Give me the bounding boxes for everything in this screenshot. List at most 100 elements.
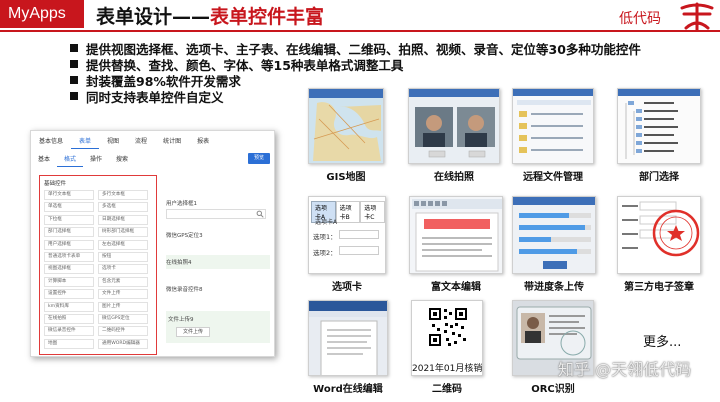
control-palette-item[interactable]: 二维码控件 bbox=[98, 326, 148, 337]
department-select-thumbnail bbox=[617, 88, 701, 164]
dept-tree-image bbox=[618, 89, 700, 163]
rich-text-image bbox=[410, 197, 502, 273]
form-designer-screenshot: 基本信息 表单 视图 流程 统计图 报表 基本 格式 操作 搜索 预览 基础控件… bbox=[30, 130, 275, 357]
controls-panel: 基础控件 单行文本框 多行文本框 单选框 多选框 下拉框 日期选择框 部门选择框 树形部门选择… bbox=[39, 175, 157, 355]
page-title-red: 表单控件丰富 bbox=[210, 6, 325, 28]
watermark-text: 知乎 @天翎低代码 bbox=[558, 360, 692, 379]
control-palette-item[interactable]: 多行文本框 bbox=[98, 190, 148, 200]
field-label-user-select: 用户选择框1 bbox=[166, 201, 197, 207]
qrcode-caption: 2021年01月核销单 bbox=[412, 364, 483, 374]
control-palette-item[interactable]: 多选框 bbox=[98, 202, 148, 213]
thumb-label: GIS地图 bbox=[326, 172, 366, 183]
company-logo-icon bbox=[677, 1, 717, 33]
control-palette-item[interactable]: km资料库 bbox=[44, 301, 94, 312]
word-editor-image bbox=[309, 301, 387, 375]
photo-image bbox=[409, 89, 499, 163]
tab-basic-info[interactable]: 基本信息 bbox=[31, 135, 71, 149]
header-rule bbox=[0, 30, 720, 32]
control-palette-item[interactable]: 图片上传 bbox=[98, 301, 148, 312]
search-icon[interactable] bbox=[256, 210, 264, 218]
bullet-square-icon bbox=[70, 60, 78, 68]
file-manager-image bbox=[513, 89, 593, 163]
subtab-format[interactable]: 格式 bbox=[57, 153, 84, 167]
tab-stat-chart[interactable]: 统计图 bbox=[155, 135, 189, 149]
thumb-label: 富文本编辑 bbox=[431, 282, 481, 293]
control-palette-item[interactable]: 普通选项卡表单 bbox=[44, 252, 94, 262]
thumb-label: 第三方电子签章 bbox=[624, 282, 694, 293]
word-editor-thumbnail bbox=[308, 300, 388, 376]
thumb-label: Word在线编辑 bbox=[313, 384, 383, 395]
map-image bbox=[309, 89, 383, 163]
tab-flow[interactable]: 流程 bbox=[127, 135, 155, 149]
subtab-action[interactable]: 操作 bbox=[83, 153, 109, 167]
control-palette-item[interactable]: 视图选择框 bbox=[44, 264, 94, 275]
controls-header: 基础控件 bbox=[44, 181, 67, 187]
brand-badge: MyApps bbox=[0, 0, 84, 28]
subtab-search[interactable]: 搜索 bbox=[109, 153, 135, 167]
field-label-audio: 微信录音控件8 bbox=[166, 287, 203, 293]
bullet-square-icon bbox=[70, 76, 78, 84]
designer-sub-tabs: 基本 格式 操作 搜索 bbox=[31, 153, 135, 167]
control-palette-item[interactable]: 微信录音控件 bbox=[44, 326, 94, 337]
bullet-square-icon bbox=[70, 92, 78, 100]
control-palette-item[interactable]: 在线拍照 bbox=[44, 314, 94, 324]
bullet-square-icon bbox=[70, 44, 78, 52]
qrcode-thumbnail: 2021年01月核销单 bbox=[411, 300, 483, 376]
designer-top-tabs: 基本信息 表单 视图 流程 统计图 报表 bbox=[31, 135, 217, 149]
control-palette-item[interactable]: 左右选择框 bbox=[98, 239, 148, 250]
thumb-label: 带进度条上传 bbox=[524, 282, 584, 293]
field-label-file: 文件上传9 bbox=[168, 317, 194, 323]
thumb-label: 远程文件管理 bbox=[523, 172, 583, 183]
tab-view[interactable]: 视图 bbox=[99, 135, 127, 149]
thumb-tab: 选项卡C bbox=[360, 201, 385, 223]
more-label: 更多... bbox=[643, 335, 682, 350]
page-title: 表单设计——表单控件丰富 bbox=[96, 2, 324, 29]
preview-button[interactable]: 预览 bbox=[248, 153, 270, 164]
control-palette-item[interactable]: 包含元素 bbox=[98, 276, 148, 287]
thumb-label: ORC识别 bbox=[531, 384, 575, 395]
thumb-option-input bbox=[339, 246, 379, 255]
control-palette-item[interactable]: 部门选择框 bbox=[44, 227, 94, 238]
upload-progress-image bbox=[513, 197, 595, 273]
control-palette-item[interactable]: 地图 bbox=[44, 338, 94, 349]
field-label-photo: 在线拍照4 bbox=[166, 260, 192, 266]
thumb-tab: 选项卡B bbox=[335, 201, 361, 223]
slide: MyApps 表单设计——表单控件丰富 低代码 提供视图选择框、选项卡、主子表、… bbox=[0, 0, 720, 402]
tabs-thumbnail: 选项卡A 选项卡B 选项卡C 选项卡A 选项1： 选项2： bbox=[308, 196, 386, 274]
subtab-basic[interactable]: 基本 bbox=[31, 153, 57, 167]
control-palette-item[interactable]: 日期选择框 bbox=[98, 214, 148, 225]
thumb-option-label: 选项2： bbox=[313, 249, 337, 257]
thumb-label: 二维码 bbox=[432, 384, 462, 395]
control-palette-item[interactable]: 文件上传 bbox=[98, 289, 148, 300]
thumb-label: 在线拍照 bbox=[434, 172, 474, 183]
control-palette-item[interactable]: 设置控件 bbox=[44, 289, 94, 300]
thumb-tab-inner: 选项卡A bbox=[315, 219, 338, 226]
signature-image bbox=[618, 197, 700, 273]
tab-report[interactable]: 报表 bbox=[189, 135, 217, 149]
control-palette-item[interactable]: 按钮 bbox=[98, 252, 148, 262]
file-upload-button[interactable]: 文件上传 bbox=[176, 327, 210, 337]
e-signature-thumbnail bbox=[617, 196, 701, 274]
field-label-gps: 微信GPS定位3 bbox=[166, 233, 203, 239]
gis-map-thumbnail bbox=[308, 88, 384, 164]
tab-form[interactable]: 表单 bbox=[71, 135, 100, 149]
control-palette-item[interactable]: 微信GPS定位 bbox=[98, 314, 148, 324]
control-palette-item[interactable]: 单行文本框 bbox=[44, 190, 94, 200]
thumb-label: 部门选择 bbox=[639, 172, 679, 183]
control-palette-item[interactable]: 下拉框 bbox=[44, 214, 94, 225]
thumb-option-input bbox=[339, 230, 379, 239]
remote-file-thumbnail bbox=[512, 88, 594, 164]
control-palette-item[interactable]: 单选框 bbox=[44, 202, 94, 213]
page-title-black: 表单设计—— bbox=[96, 6, 211, 28]
control-palette-item[interactable]: 树形部门选择框 bbox=[98, 227, 148, 238]
low-code-label: 低代码 bbox=[619, 11, 661, 27]
control-palette-item[interactable]: 用户选择框 bbox=[44, 239, 94, 250]
user-select-input[interactable] bbox=[166, 209, 266, 219]
progress-upload-thumbnail bbox=[512, 196, 596, 274]
control-palette-item[interactable]: 计算脚本 bbox=[44, 276, 94, 287]
thumb-label: 选项卡 bbox=[332, 282, 362, 293]
thumb-option-label: 选项1： bbox=[313, 233, 337, 241]
rich-text-thumbnail bbox=[409, 196, 503, 274]
control-palette-item[interactable]: 通用WORD编辑器 bbox=[98, 338, 148, 349]
control-palette-item[interactable]: 选项卡 bbox=[98, 264, 148, 275]
